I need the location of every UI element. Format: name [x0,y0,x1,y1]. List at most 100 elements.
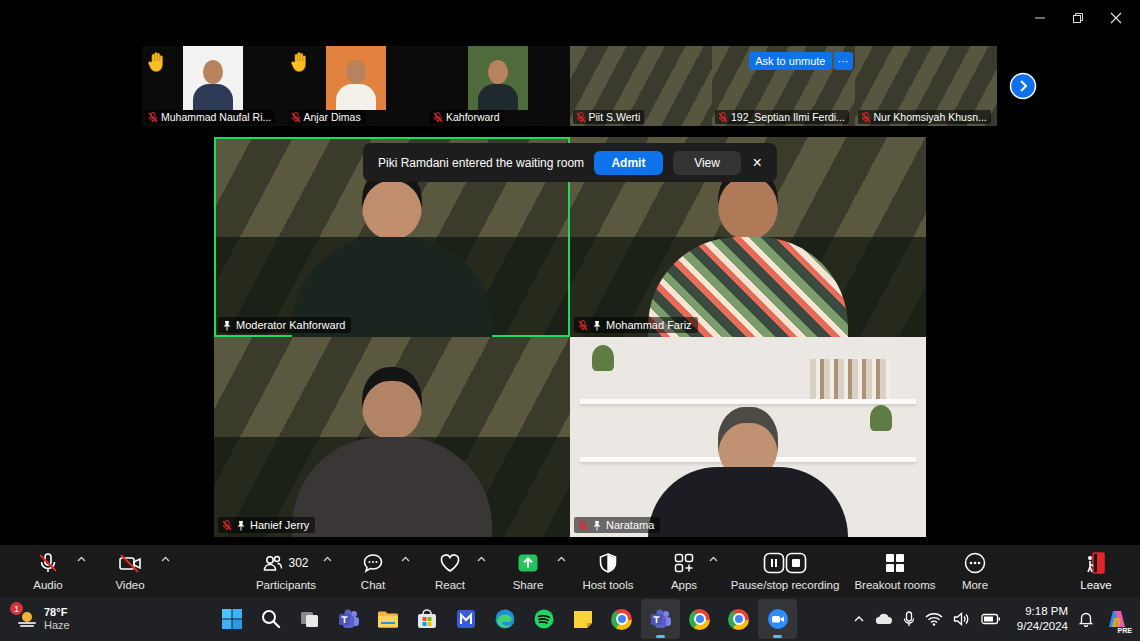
thumbnail-actions: Ask to unmute ··· [749,52,852,70]
chat-button[interactable]: Chat [334,545,412,597]
thumbnail-strip: Muhammad Naufal Ri... Anjar Dimas Kahfor… [0,46,1140,126]
close-notification-button[interactable]: × [749,154,765,172]
taskbar-app[interactable] [329,599,368,639]
toolbar-icon-row [763,551,807,575]
windows-taskbar: 1 78°F Haze 9:18 PM 9/24/2024 PRE [0,597,1140,641]
chevron-right-icon [1009,72,1037,100]
toolbar-label: Pause/stop recording [731,579,840,591]
person [648,167,848,337]
taskbar-app[interactable] [680,599,719,639]
person-body [336,84,376,110]
person [292,367,492,537]
participant-name-label: Kahforward [430,110,504,124]
cloud-icon[interactable] [875,612,893,626]
chrome-icon [611,609,632,630]
notification-bell-icon[interactable] [1078,611,1094,627]
copilot-button[interactable]: PRE [1104,606,1130,632]
participants-button[interactable]: 302 Participants [238,545,334,597]
blue-app-icon [455,608,477,630]
taskbar-app[interactable] [563,599,602,639]
toolbar-label: Participants [256,579,316,591]
mic-muted-icon [578,320,588,331]
toolbar-icon-row [1085,551,1107,575]
toolbar-icon-row [439,551,461,575]
taskbar-app[interactable] [758,599,797,639]
react-button[interactable]: React [412,545,488,597]
pin-icon [222,320,232,331]
apps-button[interactable]: Apps [648,545,720,597]
time: 9:18 PM [1025,604,1068,619]
taskbar-app[interactable] [641,599,680,639]
participant-thumbnail[interactable]: Muhammad Naufal Ri... [142,46,285,126]
leave-door-icon [1085,551,1107,575]
clock[interactable]: 9:18 PM 9/24/2024 [1017,604,1068,634]
toolbar-label: More [962,579,988,591]
weather-text: 78°F Haze [44,606,70,632]
temperature: 78°F [44,606,70,619]
taskbar-app[interactable] [719,599,758,639]
toolbar-icon-row [597,551,619,575]
share-button[interactable]: Share [488,545,568,597]
microphone-icon[interactable] [903,611,915,627]
zoom-icon [767,608,789,630]
caret-up-icon [477,556,486,562]
participant-thumbnail[interactable]: Anjar Dimas [285,46,428,126]
chrome-icon [689,609,710,630]
audio-button[interactable]: Audio [8,545,88,597]
taskbar-app[interactable] [251,599,290,639]
taskbar-app[interactable] [524,599,563,639]
person-head [362,367,422,439]
breakout-button[interactable]: Breakout rooms [850,545,940,597]
participant-name: 192_Septian Ilmi Ferdi... [731,111,845,123]
weather-widget[interactable]: 1 78°F Haze [0,606,198,632]
thumbnail-more-button[interactable]: ··· [834,52,853,70]
show-hidden-icons-icon[interactable] [853,613,865,625]
chrome-center [694,613,706,625]
close-window-button[interactable] [1097,0,1135,36]
taskbar-app[interactable] [602,599,641,639]
taskbar-app[interactable] [407,599,446,639]
taskbar-app[interactable] [446,599,485,639]
weather-icon-wrap: 1 [16,608,38,630]
meeting-stage: Moderator Kahforward Mohammad Fariz Hani… [0,137,1140,537]
video-frame [326,46,386,110]
raised-hand-icon [147,51,167,73]
mic-muted-icon [861,112,871,123]
participant-name-label: 192_Septian Ilmi Ferdi... [715,110,849,124]
wifi-icon[interactable] [925,612,943,626]
video-button[interactable]: Video [88,545,172,597]
video-tile[interactable]: Naratama [570,337,926,537]
toolbar-icon-row [884,551,906,575]
mic-muted-icon [433,112,443,123]
minimize-button[interactable] [1021,0,1059,36]
taskbar-app[interactable] [212,599,251,639]
taskbar-app[interactable] [368,599,407,639]
participant-thumbnail[interactable]: Piit S.Werti [570,46,713,126]
video-tile[interactable]: Hanief Jerry [214,337,570,537]
plant [870,405,892,431]
participant-thumbnail[interactable]: Ask to unmute ··· 192_Septian Ilmi Ferdi… [712,46,855,126]
participant-thumbnail[interactable]: Nur Khomsiyah Khusn... [855,46,998,126]
participant-thumbnail[interactable]: Kahforward [427,46,570,126]
caret-up-icon [401,556,410,562]
taskbar-app[interactable] [485,599,524,639]
host-button[interactable]: Host tools [568,545,648,597]
taskbar-app[interactable] [290,599,329,639]
speaker-icon[interactable] [953,612,971,626]
mic-muted-icon [222,520,232,531]
next-page-button[interactable] [1009,72,1037,100]
minimize-icon [1034,12,1046,24]
person-head [346,60,366,84]
more-button[interactable]: More [940,545,1010,597]
video-frame [183,46,243,110]
restore-button[interactable] [1059,0,1097,36]
toolbar-icon-row [118,551,142,575]
view-button[interactable]: View [673,151,742,175]
battery-icon[interactable] [981,613,1001,625]
leave-button[interactable]: Leave [1061,545,1131,597]
record-button[interactable]: Pause/stop recording [720,545,850,597]
person-body [478,84,518,110]
admit-button[interactable]: Admit [594,151,663,175]
waiting-room-notification: Piki Ramdani entered the waiting room Ad… [363,143,777,182]
ask-to-unmute-button[interactable]: Ask to unmute [749,52,831,70]
